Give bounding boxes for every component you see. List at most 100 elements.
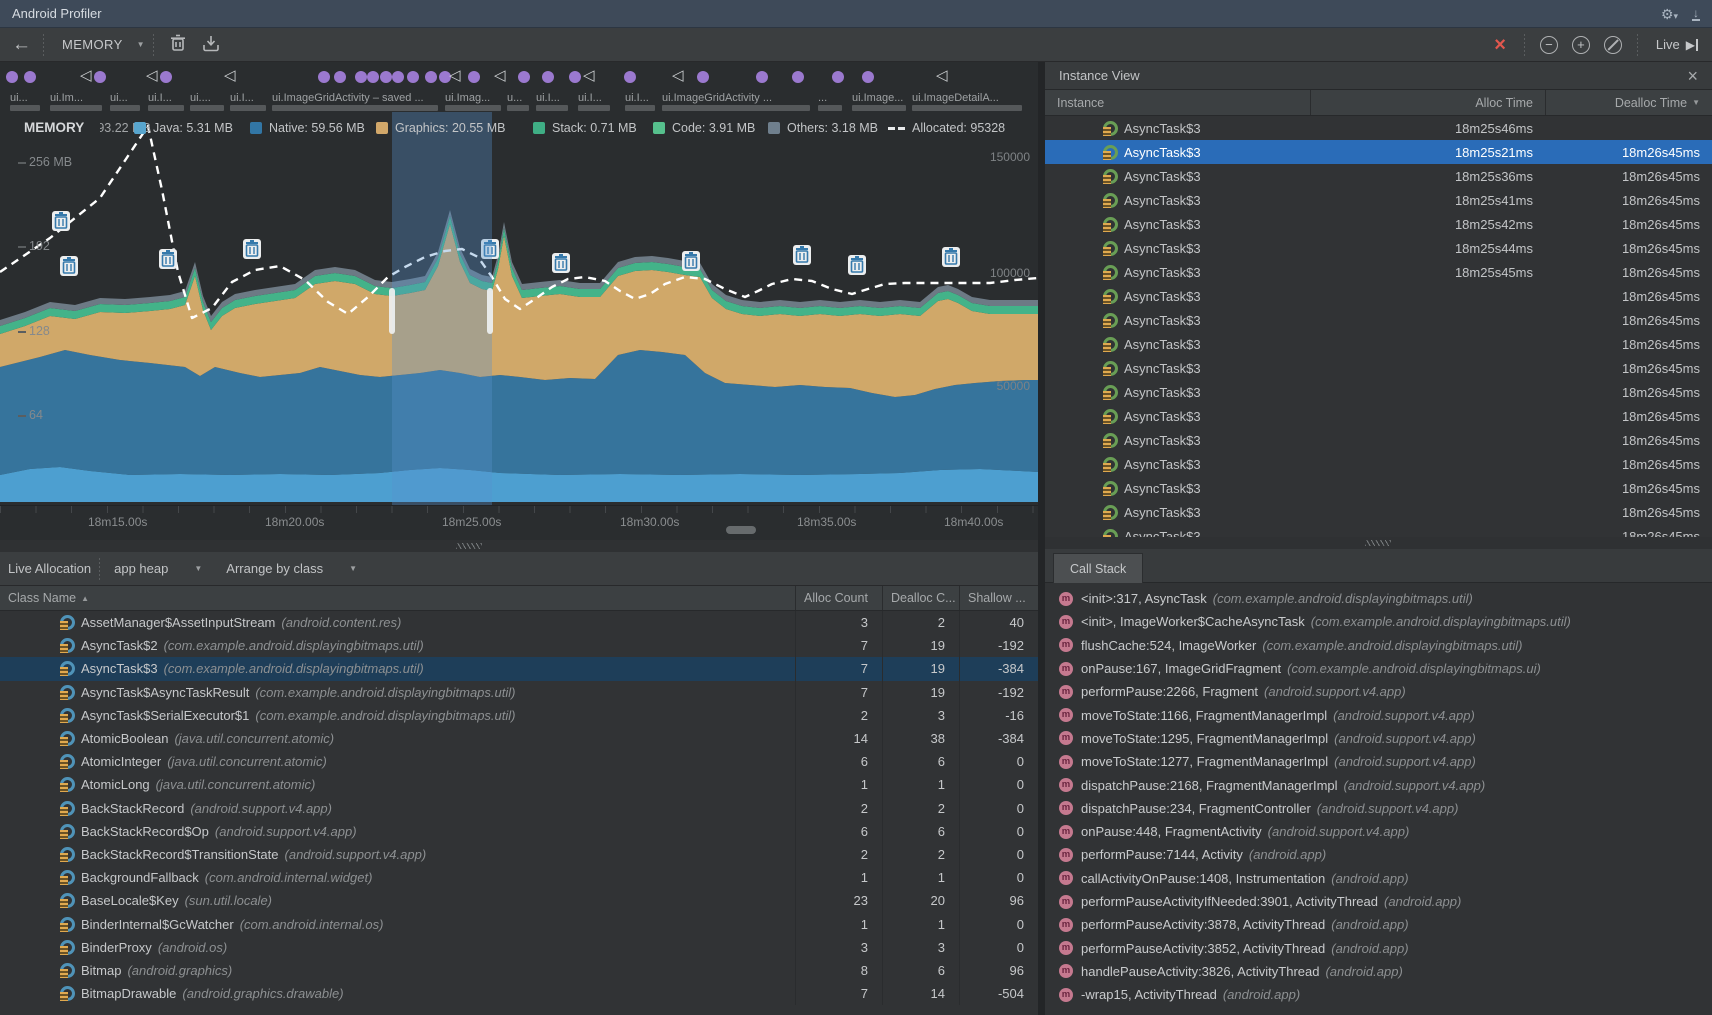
list-item[interactable]: AsyncTask$3 18m25s41ms 18m26s45ms (1045, 188, 1712, 212)
activity-segment[interactable]: ui.I... (148, 92, 184, 111)
touch-event-dot[interactable] (334, 71, 346, 83)
download-icon[interactable]: ↓ (1692, 7, 1700, 21)
list-item[interactable]: AsyncTask$3 18m25s44ms 18m26s45ms (1045, 236, 1712, 260)
activity-event-triangle-icon[interactable]: ◁ (672, 67, 684, 85)
list-item[interactable]: AsyncTask$3 18m25s21ms 18m26s45ms (1045, 140, 1712, 164)
activity-segment[interactable]: ui.I... (230, 92, 266, 111)
touch-event-dot[interactable] (518, 71, 530, 83)
stack-frame[interactable]: m dispatchPause:2168, FragmentManagerImp… (1045, 773, 1712, 796)
activity-segment[interactable]: ui.ImageGridActivity ... (662, 92, 810, 111)
col-instance[interactable]: Instance (1045, 90, 1310, 115)
stack-frame[interactable]: m performPauseActivity:3852, ActivityThr… (1045, 936, 1712, 959)
list-item[interactable]: AsyncTask$3 18m26s45ms (1045, 332, 1712, 356)
profiler-session-select[interactable]: MEMORY▼ (62, 37, 145, 52)
col-dealloc-time[interactable]: Dealloc Time▼ (1545, 90, 1712, 115)
touch-event-dot[interactable] (367, 71, 379, 83)
stack-frame[interactable]: m performPauseActivity:3878, ActivityThr… (1045, 913, 1712, 936)
list-item[interactable]: AsyncTask$3 18m26s45ms (1045, 356, 1712, 380)
touch-event-dot[interactable] (697, 71, 709, 83)
stack-frame[interactable]: m handlePauseActivity:3826, ActivityThre… (1045, 960, 1712, 983)
touch-event-dot[interactable] (380, 71, 392, 83)
horizontal-splitter[interactable] (1045, 537, 1712, 549)
stack-frame[interactable]: m onPause:167, ImageGridFragment (com.ex… (1045, 657, 1712, 680)
go-live-icon[interactable]: ▶ (1686, 38, 1698, 52)
activity-segment[interactable]: ui.I... (578, 92, 610, 111)
list-item[interactable]: AsyncTask$3 18m26s45ms (1045, 524, 1712, 537)
touch-event-dot[interactable] (832, 71, 844, 83)
export-heap-dump-button[interactable] (202, 34, 220, 55)
activity-segment[interactable]: ui.ImageGridActivity – saved ... (272, 92, 438, 111)
activity-event-triangle-icon[interactable]: ◁ (146, 67, 158, 85)
live-button-label[interactable]: Live (1656, 37, 1680, 52)
stack-frame[interactable]: m performPauseActivityIfNeeded:3901, Act… (1045, 890, 1712, 913)
touch-event-dot[interactable] (318, 71, 330, 83)
col-dealloc-count[interactable]: Dealloc C... (882, 586, 959, 610)
touch-event-dot[interactable] (160, 71, 172, 83)
memory-chart[interactable]: Total: 93.22 MB MEMORY Java: 5.31 MB Nat… (0, 112, 1038, 505)
close-icon[interactable]: × (1687, 67, 1698, 85)
zoom-out-button[interactable]: − (1540, 36, 1558, 54)
gc-trash-button[interactable] (170, 34, 186, 55)
stack-frame[interactable]: m moveToState:1166, FragmentManagerImpl … (1045, 703, 1712, 726)
touch-event-dot[interactable] (425, 71, 437, 83)
list-item[interactable]: AsyncTask$3 18m26s45ms (1045, 308, 1712, 332)
timeline-scrollbar[interactable] (726, 526, 756, 534)
list-item[interactable]: AsyncTask$3 18m26s45ms (1045, 500, 1712, 524)
activity-segment[interactable]: ui.Imag... (445, 92, 501, 111)
col-alloc-time[interactable]: Alloc Time (1310, 90, 1545, 115)
stack-frame[interactable]: m <init>:317, AsyncTask (com.example.and… (1045, 587, 1712, 610)
table-row[interactable]: AtomicInteger (java.util.concurrent.atom… (0, 750, 1038, 773)
touch-event-dot[interactable] (542, 71, 554, 83)
touch-event-dot[interactable] (862, 71, 874, 83)
list-item[interactable]: AsyncTask$3 18m26s45ms (1045, 380, 1712, 404)
selection-left-handle[interactable] (389, 288, 395, 334)
activity-event-triangle-icon[interactable]: ◁ (224, 67, 236, 85)
table-row[interactable]: AtomicBoolean (java.util.concurrent.atom… (0, 727, 1038, 750)
list-item[interactable]: AsyncTask$3 18m25s45ms 18m26s45ms (1045, 260, 1712, 284)
close-selection-x-button[interactable]: × (1494, 35, 1506, 55)
list-item[interactable]: AsyncTask$3 18m26s45ms (1045, 428, 1712, 452)
table-row[interactable]: AsyncTask$SerialExecutor$1 (com.example.… (0, 704, 1038, 727)
list-item[interactable]: AsyncTask$3 18m25s36ms 18m26s45ms (1045, 164, 1712, 188)
arrange-select[interactable]: Arrange by class▼ (226, 561, 357, 576)
activity-event-triangle-icon[interactable]: ◁ (936, 67, 948, 85)
list-item[interactable]: AsyncTask$3 18m25s46ms (1045, 116, 1712, 140)
activity-event-triangle-icon[interactable]: ◁ (583, 67, 595, 85)
col-shallow-size[interactable]: Shallow ... (959, 586, 1038, 610)
touch-event-dot[interactable] (624, 71, 636, 83)
touch-event-dot[interactable] (94, 71, 106, 83)
table-row[interactable]: AtomicLong (java.util.concurrent.atomic)… (0, 773, 1038, 796)
stack-frame[interactable]: m moveToState:1277, FragmentManagerImpl … (1045, 750, 1712, 773)
range-selection-overlay[interactable] (392, 112, 492, 505)
col-alloc-count[interactable]: Alloc Count (795, 586, 882, 610)
stack-frame[interactable]: m dispatchPause:234, FragmentController … (1045, 797, 1712, 820)
list-item[interactable]: AsyncTask$3 18m26s45ms (1045, 476, 1712, 500)
activity-event-triangle-icon[interactable]: ◁ (80, 67, 92, 85)
activity-segment[interactable]: ... (818, 92, 842, 111)
settings-gear-icon[interactable]: ⚙▾ (1661, 7, 1678, 21)
heap-select[interactable]: app heap▼ (114, 561, 202, 576)
activity-segment[interactable]: ui... (110, 92, 140, 111)
horizontal-splitter[interactable] (0, 540, 1038, 552)
back-arrow-button[interactable]: ← (12, 34, 31, 56)
touch-event-dot[interactable] (355, 71, 367, 83)
tab-call-stack[interactable]: Call Stack (1053, 553, 1143, 583)
zoom-in-button[interactable]: + (1572, 36, 1590, 54)
reset-zoom-button[interactable] (1604, 36, 1622, 54)
touch-event-dot[interactable] (6, 71, 18, 83)
stack-frame[interactable]: m <init>, ImageWorker$CacheAsyncTask (co… (1045, 610, 1712, 633)
activity-segment[interactable]: ui.... (190, 92, 224, 111)
stack-frame[interactable]: m callActivityOnPause:1408, Instrumentat… (1045, 867, 1712, 890)
touch-event-dot[interactable] (569, 71, 581, 83)
touch-event-dot[interactable] (407, 71, 419, 83)
stack-frame[interactable]: m moveToState:1295, FragmentManagerImpl … (1045, 727, 1712, 750)
vertical-splitter[interactable] (1038, 62, 1045, 1015)
table-row[interactable]: AsyncTask$2 (com.example.android.display… (0, 634, 1038, 657)
stack-frame[interactable]: m flushCache:524, ImageWorker (com.examp… (1045, 634, 1712, 657)
table-row[interactable]: AssetManager$AssetInputStream (android.c… (0, 611, 1038, 634)
event-timeline[interactable]: ◁◁◁◁◁◁◁◁ (0, 62, 1038, 92)
table-row[interactable]: AsyncTask$3 (com.example.android.display… (0, 657, 1038, 680)
activity-segment[interactable]: ui.I... (536, 92, 568, 111)
activity-segment[interactable]: ui.Im... (50, 92, 102, 111)
touch-event-dot[interactable] (468, 71, 480, 83)
